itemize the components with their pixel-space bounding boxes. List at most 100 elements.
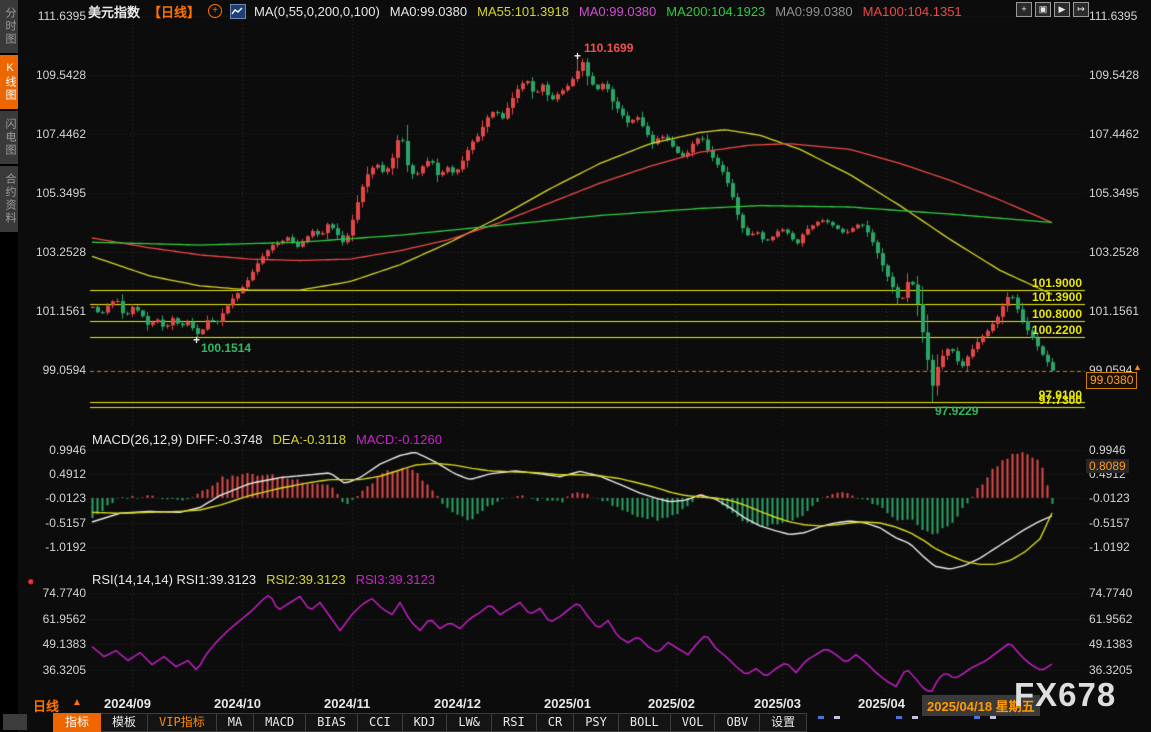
axis-tick-label: 111.6395 (22, 9, 86, 23)
x-axis-month: 2024/11 (324, 696, 370, 711)
ma-readouts: MA(0,55,0,200,0,100) MA0:99.0380 MA55:101.… (254, 4, 962, 19)
axis-tick-label: 109.5428 (1089, 68, 1151, 82)
toolbar-item-VOL[interactable]: VOL (671, 713, 716, 732)
toolbar-item-CR[interactable]: CR (537, 713, 574, 732)
axis-tick-label: 103.2528 (22, 245, 86, 259)
axis-tick-label: -0.0123 (22, 491, 86, 505)
overlay-chart-icon[interactable] (230, 4, 246, 19)
date-axis: 日线 ▲ 2024/092024/102024/112024/122025/01… (0, 696, 1151, 713)
toolbar-item-KDJ[interactable]: KDJ (403, 713, 448, 732)
axis-tick-label: -1.0192 (1089, 540, 1151, 554)
macd-dea-label: DEA:-0.3118 (273, 432, 346, 447)
axis-tick-label: -0.5157 (22, 516, 86, 530)
ma-readout: MA(0,55,0,200,0,100) (254, 4, 380, 19)
interval-tag: 【日线】 (148, 2, 200, 21)
toolbar-item-MACD[interactable]: MACD (254, 713, 306, 732)
playback-icon[interactable]: ▶ (1054, 2, 1070, 17)
symbol-title: 美元指数 (88, 2, 140, 21)
axis-tick-label: 0.9946 (22, 443, 86, 457)
resize-corner[interactable] (3, 714, 27, 730)
ma-readout: MA55:101.3918 (477, 4, 569, 19)
price-line-label: 100.8000 (922, 307, 1082, 321)
macd-current-value-box: 0.8089 (1086, 459, 1129, 473)
x-axis-month: 2024/12 (434, 696, 481, 711)
price-chart-canvas[interactable] (0, 0, 1151, 732)
toolbar-item-MA[interactable]: MA (217, 713, 254, 732)
add-indicator-icon[interactable]: + (208, 4, 222, 18)
axis-tick-label: 105.3495 (22, 186, 86, 200)
axis-tick-label: 74.7740 (22, 586, 86, 600)
high-price-annotation: 110.1699 (584, 41, 633, 55)
toolbar-item-PSY[interactable]: PSY (574, 713, 619, 732)
axis-tick-label: -0.0123 (1089, 491, 1151, 505)
axis-tick-label: 105.3495 (1089, 186, 1151, 200)
chart-type-sidebar: 分时图 K线图闪电图合约资料 (0, 0, 18, 732)
x-axis-month: 2025/04 (858, 696, 905, 711)
toolbar-item-设置[interactable]: 设置 (760, 713, 807, 732)
axis-tick-label: 0.9946 (1089, 443, 1151, 457)
axis-tick-label: 74.7740 (1089, 586, 1151, 600)
x-axis-month: 2024/09 (104, 696, 151, 711)
toolbar-item-LW&[interactable]: LW& (447, 713, 492, 732)
axis-tick-label: 111.6395 (1089, 9, 1151, 23)
scale-box-icon[interactable]: ▣ (1035, 2, 1051, 17)
indicator-toolbar: 指标模板VIP指标MAMACDBIASCCIKDJLW&RSICRPSYBOLL… (53, 713, 807, 732)
macd-macd-label: MACD:-0.1260 (356, 432, 442, 447)
x-axis-month: 2025/01 (544, 696, 591, 711)
chart-header: 美元指数【日线】 + MA(0,55,0,200,0,100) MA0:99.03… (88, 3, 962, 19)
rsi3-label: RSI3:39.3123 (356, 572, 436, 587)
price-line-label: 101.3900 (922, 290, 1082, 304)
toolbar-item-BIAS[interactable]: BIAS (306, 713, 358, 732)
axis-tick-label: 36.3205 (22, 663, 86, 677)
axis-tick-label: 61.9562 (22, 612, 86, 626)
toolbar-item-VIP指标[interactable]: VIP指标 (148, 713, 217, 732)
axis-tick-label: 36.3205 (1089, 663, 1151, 677)
sidebar-item-1[interactable]: 分时图 (0, 0, 18, 53)
low-cross-marker: + (193, 333, 200, 347)
axis-tick-label: 101.1561 (22, 304, 86, 318)
window-icons: +▣▶↦ (1016, 2, 1089, 17)
pan-icon[interactable]: + (1016, 2, 1032, 17)
toolbar-item-OBV[interactable]: OBV (715, 713, 760, 732)
sidebar-item-2[interactable]: K线图 (0, 55, 18, 109)
axis-tick-label: -0.5157 (1089, 516, 1151, 530)
low-price-annotation: 97.9229 (935, 404, 978, 418)
axis-tick-label: 0.4912 (22, 467, 86, 481)
toolbar-item-模板[interactable]: 模板 (101, 713, 148, 732)
high-cross-marker: + (574, 49, 581, 63)
brand-watermark: FX678 (1014, 676, 1116, 714)
x-axis-month: 2025/02 (648, 696, 695, 711)
macd-params-label: MACD(26,12,9) DIFF:-0.3748 (92, 432, 263, 447)
rsi-header: RSI(14,14,14) RSI1:39.3123 RSI2:39.3123 … (92, 572, 435, 587)
axis-tick-label: 107.4462 (22, 127, 86, 141)
axis-tick-label: 107.4462 (1089, 127, 1151, 141)
ma-readout: MA100:104.1351 (863, 4, 962, 19)
axis-tick-label: 61.9562 (1089, 612, 1151, 626)
axis-tick-label: 49.1383 (1089, 637, 1151, 651)
sidebar-item-3[interactable]: 闪电图 (0, 111, 18, 164)
x-axis-month: 2024/10 (214, 696, 261, 711)
ma-readout: MA200:104.1923 (666, 4, 765, 19)
axis-tick-label: 99.0594 (22, 363, 86, 377)
interval-caret-icon[interactable]: ▲ (72, 697, 82, 708)
app-window: 分时图 K线图闪电图合约资料 美元指数【日线】 + MA(0,55,0,200,0… (0, 0, 1151, 732)
price-line-label: 101.9000 (922, 276, 1082, 290)
toolbar-item-CCI[interactable]: CCI (358, 713, 403, 732)
price-line-label: 100.2200 (922, 323, 1082, 337)
low-price-annotation: 100.1514 (201, 341, 251, 355)
axis-tick-label: 101.1561 (1089, 304, 1151, 318)
price-up-arrow-icon: ▲ (1133, 362, 1142, 372)
rsi1-label: RSI(14,14,14) RSI1:39.3123 (92, 572, 256, 587)
axis-tick-label: 49.1383 (22, 637, 86, 651)
current-price-box: 99.0380 (1086, 372, 1137, 389)
axis-tick-label: 103.2528 (1089, 245, 1151, 259)
x-axis-month: 2025/03 (754, 696, 801, 711)
toolbar-item-BOLL[interactable]: BOLL (619, 713, 671, 732)
axis-tick-label: 109.5428 (22, 68, 86, 82)
toolbar-item-指标[interactable]: 指标 (53, 713, 101, 732)
toolbar-item-RSI[interactable]: RSI (492, 713, 537, 732)
ma-readout: MA0:99.0380 (390, 4, 467, 19)
ma-readout: MA0:99.0380 (579, 4, 656, 19)
collapse-right-icon[interactable]: ↦ (1073, 2, 1089, 17)
sidebar-item-4[interactable]: 合约资料 (0, 166, 18, 232)
